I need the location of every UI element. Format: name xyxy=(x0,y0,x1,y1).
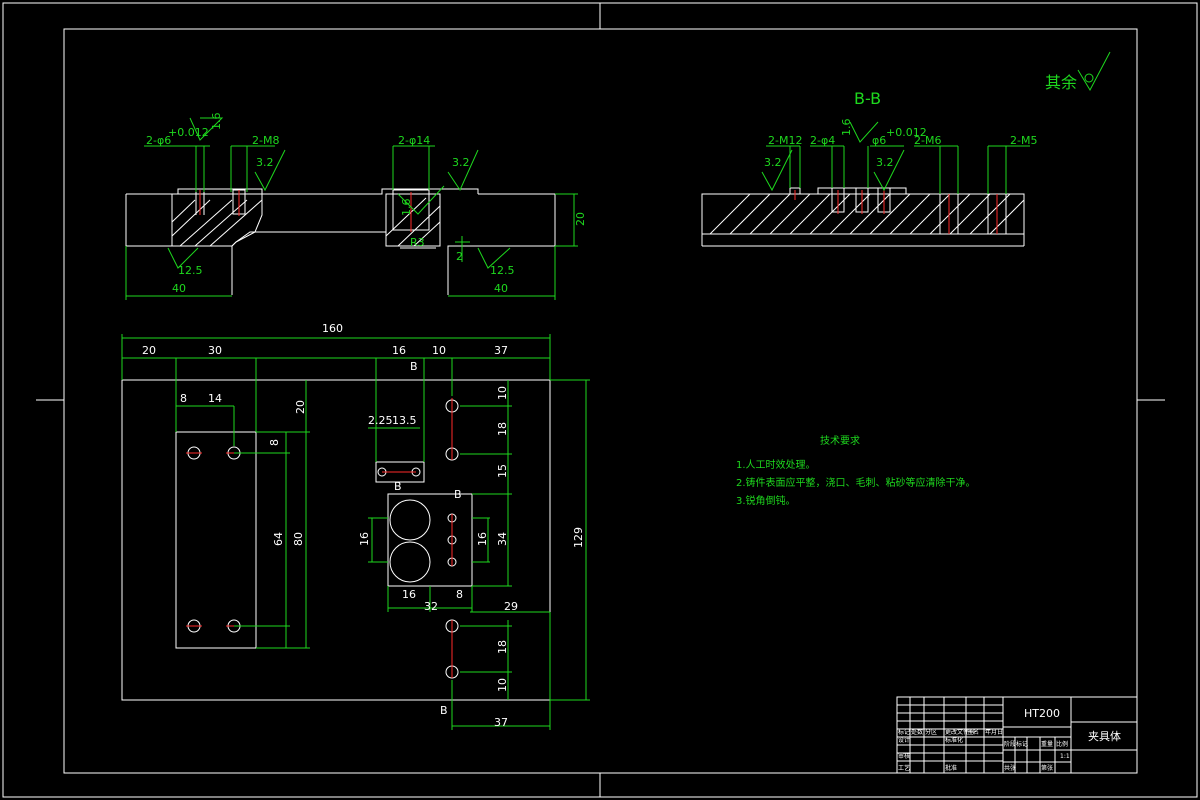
hatching-left xyxy=(171,193,263,247)
dim-18-top: 18 xyxy=(496,422,509,436)
dim-16-bottom: 16 xyxy=(402,588,416,601)
dim-top-40-left: 40 xyxy=(172,282,186,295)
callout-tolerance: +0.012 xyxy=(168,126,209,139)
dim-29: 29 xyxy=(504,600,518,613)
tb-label-zone: 分区 xyxy=(925,728,937,736)
tb-scale-value: 1:1 xyxy=(1060,753,1070,760)
callout-2-phi14: 2-φ14 xyxy=(398,134,430,147)
tb-label-sheet: 第张 xyxy=(1041,764,1053,772)
dim-64: 64 xyxy=(272,532,285,546)
dim-37: 37 xyxy=(494,344,508,357)
top-section-view: 2-φ6 +0.012 2-M8 2-φ14 R3 2 1.6 3.2 12.5… xyxy=(125,113,587,300)
plan-view: 160 20 30 16 10 37 8 14 20 8 64 80 10 18… xyxy=(121,322,590,730)
dim-16: 16 xyxy=(392,344,406,357)
tb-label-weight: 重量 xyxy=(1041,740,1053,748)
roughness-1: 1.6 xyxy=(210,113,223,131)
callout-2-phi4: 2-φ4 xyxy=(810,134,835,147)
tb-label-count: 处数 xyxy=(911,728,923,736)
section-bb-view: B-B 2-M12 2-φ4 φ6 +0.012 2-M6 2-M5 3.2 1… xyxy=(701,89,1037,247)
roughness-5: 3.2 xyxy=(452,156,470,169)
dim-129: 129 xyxy=(572,527,585,548)
tech-req-heading: 技术要求 xyxy=(820,434,860,447)
roughness-4: 1.6 xyxy=(400,199,413,217)
dim-top-40-right: 40 xyxy=(494,282,508,295)
roughness-section-1: 3.2 xyxy=(764,156,782,169)
section-mark-b2: B xyxy=(394,480,402,493)
section-label: B-B xyxy=(854,89,881,108)
tb-label-approve: 批准 xyxy=(945,764,957,772)
material: HT200 xyxy=(1024,707,1060,720)
part-name: 夹具体 xyxy=(1088,729,1121,743)
callout-2-m12: 2-M12 xyxy=(768,134,802,147)
section-mark-b3: B xyxy=(454,488,462,501)
dim-18-bottom: 18 xyxy=(496,640,509,654)
callout-2: 2 xyxy=(456,250,463,263)
roughness-section-3: 3.2 xyxy=(876,156,894,169)
dim-37-bottom: 37 xyxy=(494,716,508,729)
dim-8-bottom: 8 xyxy=(456,588,463,601)
tb-label-design: 设计 xyxy=(898,736,910,744)
dim-2-25: 2.25 xyxy=(368,414,393,427)
tb-label-mark: 标记 xyxy=(898,728,910,736)
dim-8: 8 xyxy=(180,392,187,405)
dim-34: 34 xyxy=(496,532,509,546)
callout-2-m6: 2-M6 xyxy=(914,134,941,147)
roughness-3: 12.5 xyxy=(178,264,203,277)
dim-80: 80 xyxy=(292,532,305,546)
tb-label-review: 审核 xyxy=(898,752,910,760)
dim-160: 160 xyxy=(322,322,343,335)
title-block: HT200 夹具体 标记 处数 分区 更改文件号 签名 年月日 设计 标准化 审… xyxy=(896,696,1138,774)
dim-14: 14 xyxy=(208,392,222,405)
callout-2-m5: 2-M5 xyxy=(1010,134,1037,147)
dim-8v: 8 xyxy=(268,439,281,446)
tb-label-sign: 签名 xyxy=(967,728,979,736)
roughness-section-2: 1.6 xyxy=(840,119,853,137)
tb-label-standard: 标准化 xyxy=(945,736,963,744)
dim-top-20: 20 xyxy=(574,212,587,226)
roughness-2: 3.2 xyxy=(256,156,274,169)
section-mark-b4: B xyxy=(440,704,448,717)
remainder-label: 其余 xyxy=(1045,73,1077,92)
dim-15: 15 xyxy=(496,464,509,478)
dim-32: 32 xyxy=(424,600,438,613)
callout-2-m8: 2-M8 xyxy=(252,134,279,147)
dim-10-bottom: 10 xyxy=(496,678,509,692)
section-mark-b1: B xyxy=(410,360,418,373)
dim-16-right: 16 xyxy=(476,532,489,546)
section-hatching xyxy=(709,193,1025,235)
cad-drawing: 其余 2-φ6 +0.012 2-M8 2-φ14 R3 2 1.6 3.2 1… xyxy=(2,2,1198,798)
dim-16-left: 16 xyxy=(358,532,371,546)
dim-20v: 20 xyxy=(294,400,307,414)
tech-req-item-2: 2.铸件表面应平整，浇口、毛刺、粘砂等应清除干净。 xyxy=(736,476,976,489)
roughness-8: 12.5 xyxy=(490,264,515,277)
dim-30: 30 xyxy=(208,344,222,357)
tb-label-stage: 阶段标记 xyxy=(1004,740,1028,748)
dim-10: 10 xyxy=(432,344,446,357)
callout-phi6: φ6 xyxy=(872,134,886,147)
technical-requirements: 技术要求 1.人工时效处理。 2.铸件表面应平整，浇口、毛刺、粘砂等应清除干净。… xyxy=(736,434,976,507)
tech-req-item-3: 3.锐角倒钝。 xyxy=(736,494,796,507)
dim-20: 20 xyxy=(142,344,156,357)
dim-10-top: 10 xyxy=(496,386,509,400)
tech-req-item-1: 1.人工时效处理。 xyxy=(736,458,816,471)
callout-r3: R3 xyxy=(410,236,425,249)
tb-label-date: 年月日 xyxy=(985,728,1003,736)
tb-label-scale: 比例 xyxy=(1056,740,1068,748)
tb-label-process: 工艺 xyxy=(898,764,910,772)
dim-13-5: 13.5 xyxy=(392,414,417,427)
remainder-roughness: 其余 xyxy=(1045,51,1111,92)
tb-label-total: 共张 xyxy=(1004,764,1016,772)
